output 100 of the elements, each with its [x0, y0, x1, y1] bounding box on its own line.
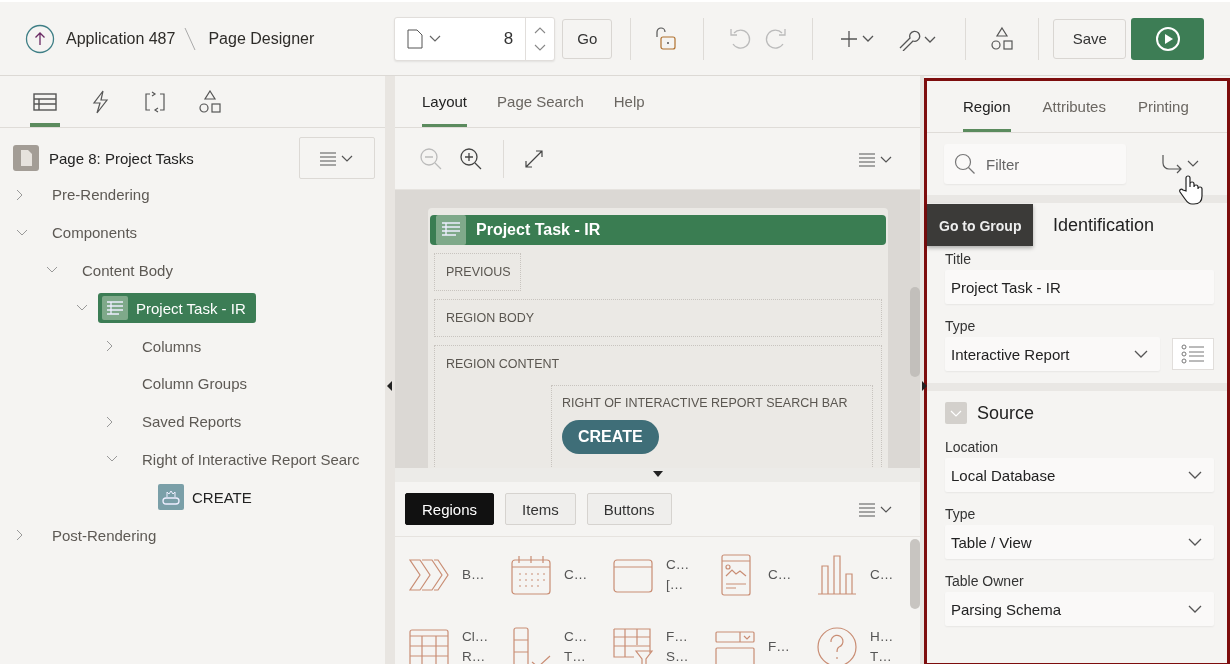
lightning-icon — [91, 89, 109, 114]
collapse-toggle-icon[interactable] — [945, 402, 967, 424]
save-button[interactable]: Save — [1053, 18, 1127, 59]
palette-item-label: C… — [564, 628, 588, 646]
filter-field[interactable]: Filter — [944, 144, 1126, 184]
create-button[interactable]: CREATE — [562, 420, 659, 454]
chevron-down-icon — [1188, 537, 1202, 547]
chart-icon[interactable] — [816, 554, 858, 596]
palette-tab[interactable]: Items — [505, 493, 576, 525]
menu-icon — [319, 150, 355, 166]
tab[interactable]: Printing — [1137, 81, 1189, 132]
report-icon — [102, 296, 128, 321]
chevron-down-icon — [1188, 604, 1202, 614]
palette-item-label: F… — [768, 638, 790, 656]
go-to-group-icon[interactable] — [1160, 153, 1200, 175]
tab[interactable]: Help — [613, 76, 645, 127]
tree-node[interactable]: Pre-Rendering — [52, 186, 150, 204]
page-title: Page Designer — [208, 29, 315, 48]
chevron-down-icon — [429, 34, 442, 43]
breadcrumb-separator-icon — [183, 26, 198, 51]
list-button[interactable] — [1172, 338, 1214, 370]
tab[interactable]: Page Search — [497, 76, 584, 127]
arrow-up-circle-icon[interactable] — [25, 23, 55, 54]
chevron-down-icon[interactable] — [106, 455, 118, 464]
grid-icon[interactable] — [408, 626, 450, 664]
go-button[interactable]: Go — [562, 18, 613, 59]
palette-item-label: S… — [666, 648, 689, 664]
shapes-icon[interactable] — [989, 25, 1016, 52]
spin-up-icon[interactable] — [534, 25, 547, 34]
slot-label[interactable]: PREVIOUS — [434, 253, 521, 291]
tree-node[interactable]: Column Groups — [142, 375, 248, 393]
spin-down-icon[interactable] — [534, 43, 547, 52]
section-heading: Identification — [1053, 214, 1155, 236]
region-title: Project Task - IR — [476, 221, 601, 239]
select-field[interactable]: Table / View — [945, 525, 1214, 559]
text-field[interactable]: Project Task - IR — [945, 270, 1214, 304]
tab[interactable]: Layout — [422, 76, 468, 127]
expand-icon[interactable] — [524, 148, 544, 169]
scrollbar-thumb[interactable] — [910, 287, 920, 377]
calendar-icon[interactable] — [510, 554, 552, 596]
palette-item-label: T… — [564, 648, 587, 664]
chevron-right-icon[interactable] — [16, 529, 24, 542]
tree-node[interactable]: Columns — [142, 337, 202, 355]
hand-cursor-icon — [1179, 175, 1203, 205]
page-icon — [13, 145, 39, 171]
zoom-in-icon[interactable] — [459, 146, 483, 171]
menu-icon[interactable] — [858, 501, 894, 517]
chevron-down-icon — [1188, 470, 1202, 480]
chevron-right-icon[interactable] — [16, 188, 24, 201]
palette-item-label: [… — [666, 576, 685, 594]
select-field[interactable]: Interactive Report — [945, 337, 1160, 371]
tree-menu-button[interactable] — [299, 137, 375, 179]
palette-item-label: F… — [666, 628, 689, 646]
palette-tab[interactable]: Regions — [405, 493, 495, 525]
palette-item-label: C… — [564, 566, 588, 584]
report-icon — [436, 215, 466, 245]
chevron-down-icon[interactable] — [46, 266, 58, 275]
field-label: Table Owner — [945, 573, 1025, 589]
slot-label[interactable]: RIGHT OF INTERACTIVE REPORT SEARCH BAR — [562, 396, 848, 410]
play-circle-icon — [1154, 25, 1181, 52]
tooltip: Go to Group — [927, 204, 1034, 246]
tree-node[interactable]: CREATE — [158, 484, 252, 511]
section-heading: Source — [977, 402, 1035, 424]
region-header[interactable]: Project Task - IR — [430, 215, 886, 245]
slot-label[interactable]: REGION CONTENT — [446, 357, 560, 371]
list-icon — [1181, 344, 1205, 364]
field-label: Type — [945, 506, 977, 522]
field-label: Type — [945, 318, 977, 334]
select-field[interactable]: Local Database — [945, 458, 1214, 492]
chevron-down-icon[interactable] — [76, 304, 88, 313]
chevron-right-icon[interactable] — [106, 415, 114, 428]
tree-node[interactable]: Right of Interactive Report Searc — [142, 450, 360, 468]
tab[interactable]: Region — [963, 81, 1011, 132]
slot-label[interactable]: REGION BODY — [434, 299, 882, 337]
scrollbar-thumb[interactable] — [910, 539, 920, 609]
menu-icon[interactable] — [858, 150, 894, 167]
tree-node[interactable]: Content Body — [82, 262, 173, 279]
select-field[interactable]: Parsing Schema — [945, 592, 1214, 626]
checklist-icon[interactable] — [510, 626, 552, 664]
tab[interactable]: Attributes — [1042, 81, 1106, 132]
palette-item-label: B… — [462, 566, 485, 584]
run-page-button[interactable] — [1131, 17, 1205, 60]
tree-node[interactable]: Saved Reports — [142, 413, 242, 431]
tree-node[interactable]: Components — [52, 224, 138, 242]
search-icon — [954, 153, 976, 175]
chevron-down-icon[interactable] — [16, 228, 28, 237]
field-label: Title — [945, 251, 972, 267]
help-icon[interactable] — [816, 626, 858, 664]
chevron-right-icon[interactable] — [106, 340, 114, 353]
palette-item-label: H… — [870, 628, 894, 646]
palette-tab[interactable]: Buttons — [586, 493, 672, 525]
palette-item-label: Cl… — [462, 628, 489, 646]
page-label[interactable]: Page 8: Project Tasks — [49, 149, 194, 167]
application-link[interactable]: Application 487 — [66, 29, 176, 48]
cycle-arrows-icon — [143, 89, 167, 114]
palette-item-label: R… — [462, 648, 487, 664]
document-icon — [407, 28, 424, 49]
filter-grid-icon[interactable] — [612, 626, 654, 664]
tree-node[interactable]: Project Task - IR — [98, 293, 256, 324]
tree-node[interactable]: Post-Rendering — [52, 526, 157, 544]
